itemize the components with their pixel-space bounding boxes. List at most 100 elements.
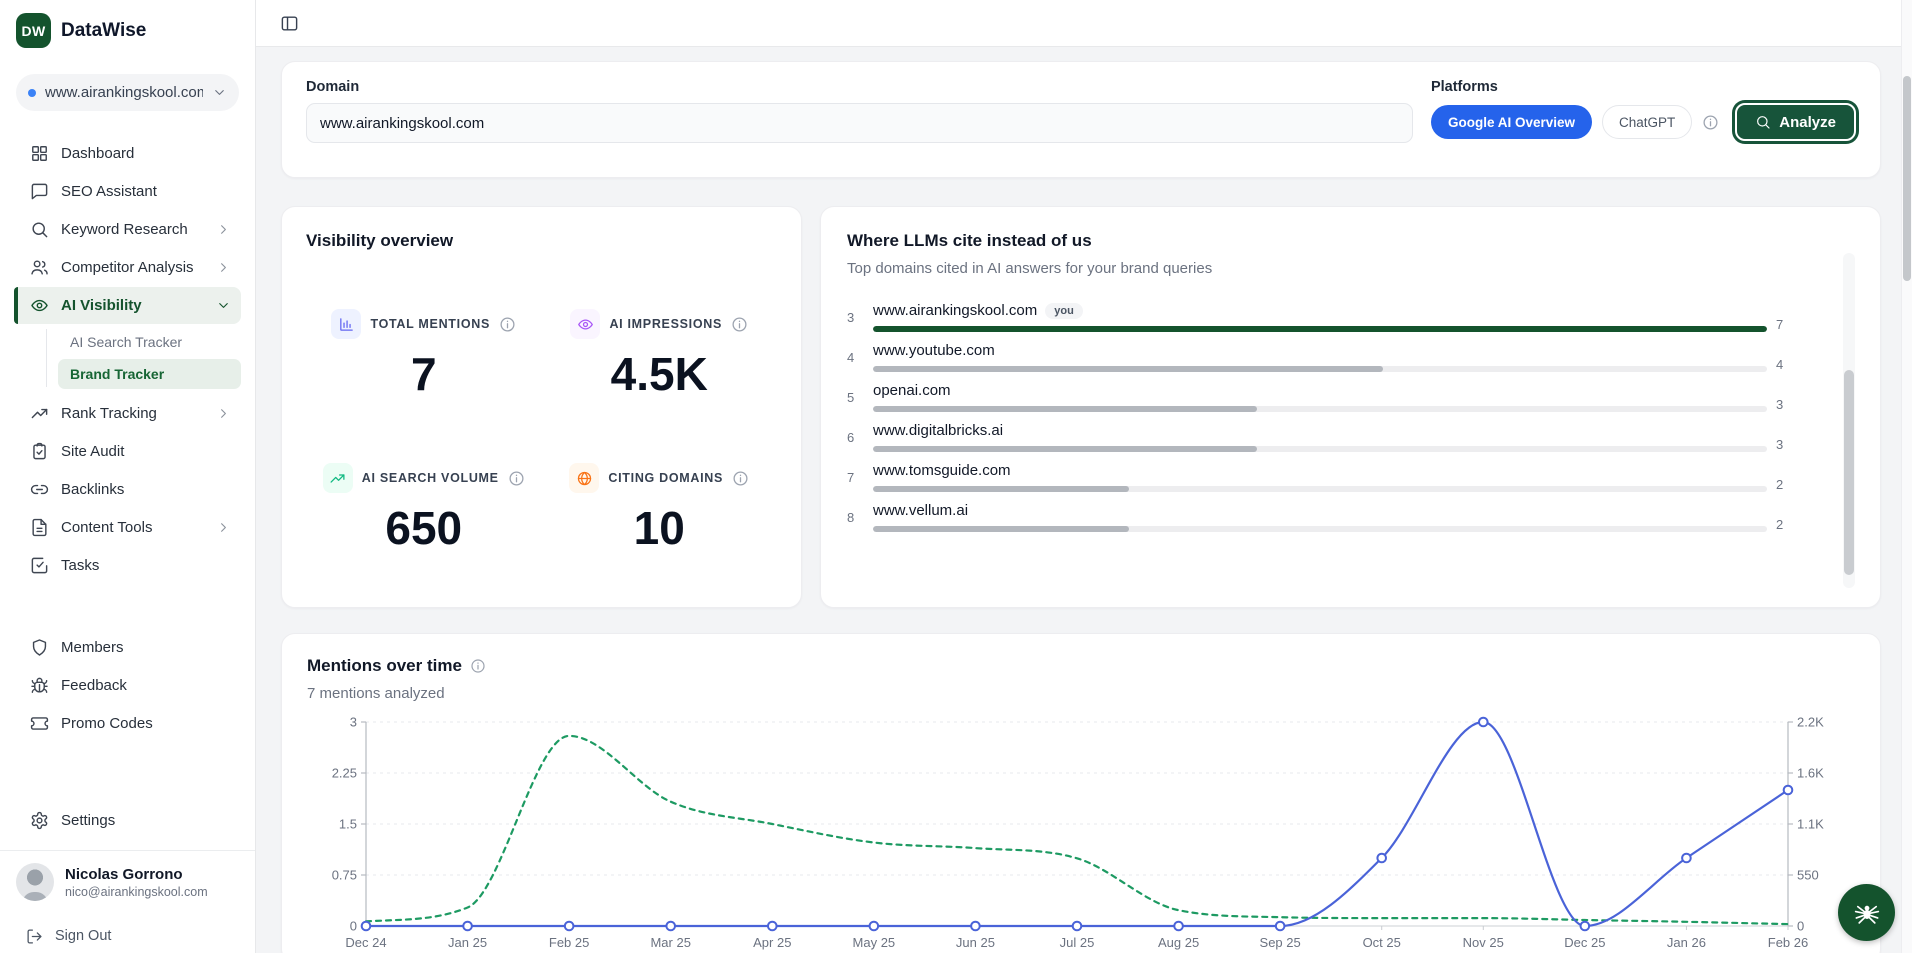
sidebar-item-tasks[interactable]: Tasks: [14, 547, 241, 584]
info-icon[interactable]: [508, 470, 525, 487]
sidebar-item-backlinks[interactable]: Backlinks: [14, 471, 241, 508]
sidebar-item-members[interactable]: Members: [14, 629, 241, 666]
info-icon[interactable]: [499, 316, 516, 333]
svg-text:Dec 25: Dec 25: [1564, 935, 1605, 950]
citation-domain: www.digitalbricks.ai: [873, 422, 1003, 439]
sidebar-item-label: Content Tools: [61, 519, 204, 536]
sidebar-item-label: Tasks: [61, 557, 231, 574]
citation-rank: 4: [847, 342, 873, 372]
citation-body: www.airankingskool.com you: [873, 302, 1767, 332]
sidebar-item-rank-tracking[interactable]: Rank Tracking: [14, 395, 241, 432]
main-area: Domain Platforms Google AI OverviewChatG…: [256, 0, 1912, 953]
status-dot: [28, 89, 36, 97]
you-badge: you: [1045, 303, 1083, 319]
workspace-domain-selector[interactable]: www.airankingskool.com: [16, 74, 239, 111]
bug-icon: [30, 676, 49, 695]
citation-domain: www.tomsguide.com: [873, 462, 1011, 479]
sidebar-item-site-audit[interactable]: Site Audit: [14, 433, 241, 470]
citation-rank: 5: [847, 382, 873, 412]
sign-out-button[interactable]: Sign Out: [14, 919, 241, 953]
page-scrollbar-thumb[interactable]: [1903, 76, 1911, 281]
sidebar-item-label: Members: [61, 639, 231, 656]
citation-rank: 6: [847, 422, 873, 452]
sidebar: DW DataWise www.airankingskool.com Dashb…: [0, 0, 256, 953]
sidebar-subitem-ai-search-tracker[interactable]: AI Search Tracker: [58, 327, 241, 357]
sidebar-item-content-tools[interactable]: Content Tools: [14, 509, 241, 546]
sidebar-item-label: Backlinks: [61, 481, 231, 498]
feedback-floating-badge[interactable]: [1838, 884, 1895, 941]
info-icon[interactable]: [1702, 114, 1719, 131]
chevron-down-icon: [216, 298, 231, 313]
svg-text:Jan 26: Jan 26: [1667, 935, 1706, 950]
citation-body: www.digitalbricks.ai: [873, 422, 1767, 452]
list-scrollbar: [1843, 253, 1855, 588]
sidebar-item-keyword-research[interactable]: Keyword Research: [14, 211, 241, 248]
citation-bar-track: [873, 446, 1767, 452]
platform-button-chatgpt[interactable]: ChatGPT: [1602, 105, 1692, 139]
bar-chart-icon: [338, 316, 355, 333]
citation-bar-track: [873, 486, 1767, 492]
info-icon[interactable]: [731, 316, 748, 333]
info-icon[interactable]: [732, 470, 749, 487]
citation-domain-line: www.youtube.com: [873, 342, 1767, 359]
content: Domain Platforms Google AI OverviewChatG…: [256, 47, 1912, 953]
sidebar-item-promo-codes[interactable]: Promo Codes: [14, 705, 241, 742]
sign-out-label: Sign Out: [55, 928, 111, 944]
ticket-icon: [30, 714, 49, 733]
analyze-button[interactable]: Analyze: [1735, 103, 1856, 141]
platform-button-google-ai-overview[interactable]: Google AI Overview: [1431, 105, 1592, 139]
sidebar-item-competitor-analysis[interactable]: Competitor Analysis: [14, 249, 241, 286]
svg-text:0.75: 0.75: [332, 868, 357, 883]
info-icon[interactable]: [470, 658, 486, 674]
citation-bar-fill: [873, 366, 1383, 372]
sidebar-item-feedback[interactable]: Feedback: [14, 667, 241, 704]
citation-row-openai-com: 5openai.com3: [847, 382, 1796, 412]
chevron-right-icon: [216, 520, 231, 535]
user-profile[interactable]: Nicolas Gorrono nico@airankingskool.com: [0, 850, 255, 909]
dashboard-icon: [30, 144, 49, 163]
card-subtitle: Top domains cited in AI answers for your…: [847, 260, 1854, 277]
chart-subtitle: 7 mentions analyzed: [307, 685, 1855, 702]
sidebar-subitem-brand-tracker[interactable]: Brand Tracker: [58, 359, 241, 389]
svg-text:Oct 25: Oct 25: [1363, 935, 1401, 950]
citation-value: 4: [1776, 342, 1796, 372]
sidebar-item-dashboard[interactable]: Dashboard: [14, 135, 241, 172]
trending-up-icon: [30, 404, 49, 423]
citation-domain-line: www.airankingskool.com you: [873, 302, 1767, 319]
citation-bar-track: [873, 326, 1767, 332]
citation-value: 3: [1776, 382, 1796, 412]
citation-bar-track: [873, 406, 1767, 412]
sidebar-item-label: SEO Assistant: [61, 183, 231, 200]
svg-text:Jun 25: Jun 25: [956, 935, 995, 950]
domain-input[interactable]: [306, 103, 1413, 143]
svg-text:Nov 25: Nov 25: [1463, 935, 1504, 950]
metric-icon-chip: [331, 309, 361, 339]
sidebar-item-seo-assistant[interactable]: SEO Assistant: [14, 173, 241, 210]
trending-up-icon: [329, 470, 346, 487]
domain-field-label: Domain: [306, 79, 1413, 95]
clipboard-check-icon: [30, 442, 49, 461]
sidebar-item-ai-visibility[interactable]: AI Visibility: [14, 287, 241, 324]
llm-citations-card: Where LLMs cite instead of us Top domain…: [820, 206, 1881, 608]
svg-text:Mar 25: Mar 25: [650, 935, 690, 950]
citation-domain: www.airankingskool.com: [873, 302, 1037, 319]
citation-domain-line: www.vellum.ai: [873, 502, 1767, 519]
subitem-label: Brand Tracker: [70, 366, 164, 382]
metric-value: 650: [385, 505, 462, 551]
chevron-right-icon: [216, 260, 231, 275]
svg-text:Jan 25: Jan 25: [448, 935, 487, 950]
file-text-icon: [30, 518, 49, 537]
sidebar-item-label: AI Visibility: [61, 297, 204, 314]
sidebar-item-label: Settings: [61, 812, 231, 829]
citation-bar-fill: [873, 446, 1257, 452]
metric-header: CITING DOMAINS: [569, 463, 749, 493]
list-scrollbar-thumb[interactable]: [1844, 370, 1854, 574]
sidebar-item-label: Dashboard: [61, 145, 231, 162]
sidebar-item-settings[interactable]: Settings: [14, 802, 241, 839]
topbar: [256, 0, 1912, 47]
metric-citing-domains: CITING DOMAINS10: [542, 463, 778, 551]
citation-row-www-digitalbricks-ai: 6www.digitalbricks.ai3: [847, 422, 1796, 452]
metric-value: 4.5K: [611, 351, 708, 397]
sidebar-toggle-button[interactable]: [274, 8, 304, 38]
globe-icon: [576, 470, 593, 487]
